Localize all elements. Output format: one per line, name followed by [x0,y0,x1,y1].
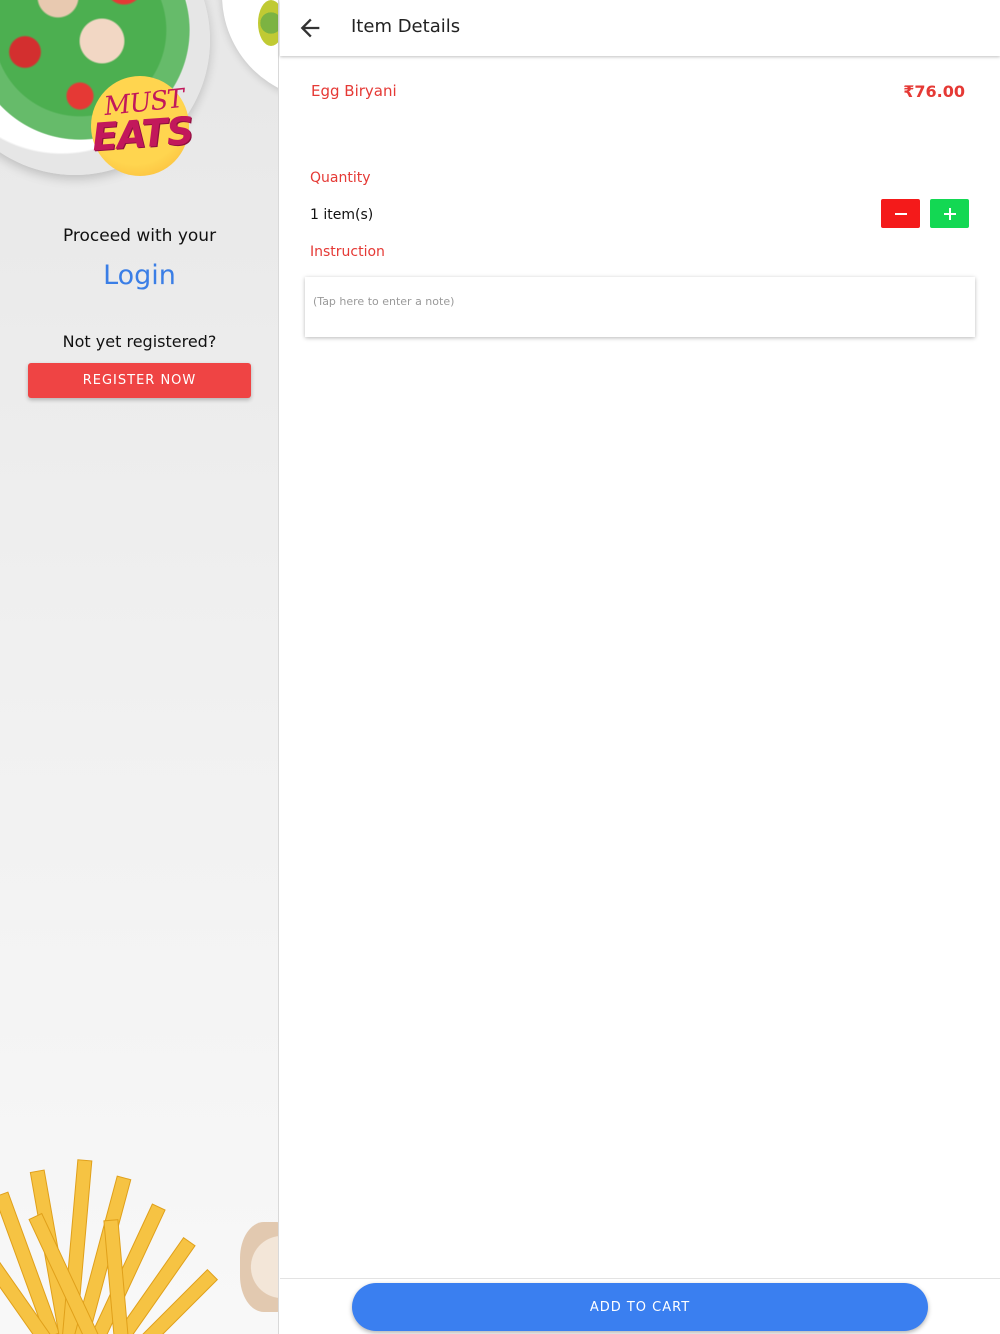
plus-icon [943,207,956,220]
instruction-note-input[interactable] [305,277,975,337]
item-price: ₹76.00 [903,82,965,101]
register-now-button[interactable]: REGISTER NOW [28,363,251,398]
proceed-text: Proceed with your [62,226,217,246]
increment-button[interactable] [930,199,969,228]
decrement-button[interactable] [881,199,920,228]
side-panel: MUST EATS Proceed with your Login Not ye… [0,0,279,1334]
fries-image [0,1159,219,1334]
logo-text-eats: EATS [90,108,195,160]
quantity-label: Quantity [310,170,371,186]
arrow-left-icon[interactable] [296,14,324,42]
add-to-cart-button[interactable]: ADD TO CART [352,1283,928,1331]
dish-image [240,1222,278,1312]
item-name: Egg Biryani [311,82,397,100]
quantity-value: 1 item(s) [310,207,374,223]
page-title: Item Details [351,16,461,37]
minus-icon [894,212,907,215]
instruction-label: Instruction [310,244,385,260]
bottom-bar: ADD TO CART [280,1278,1000,1334]
garnish-image [258,0,278,46]
app-bar: Item Details [280,0,1000,56]
item-details-panel: Item Details Egg Biryani ₹76.00 Quantity… [280,0,1000,1334]
login-link[interactable]: Login [0,260,278,291]
not-registered-text: Not yet registered? [62,332,217,351]
